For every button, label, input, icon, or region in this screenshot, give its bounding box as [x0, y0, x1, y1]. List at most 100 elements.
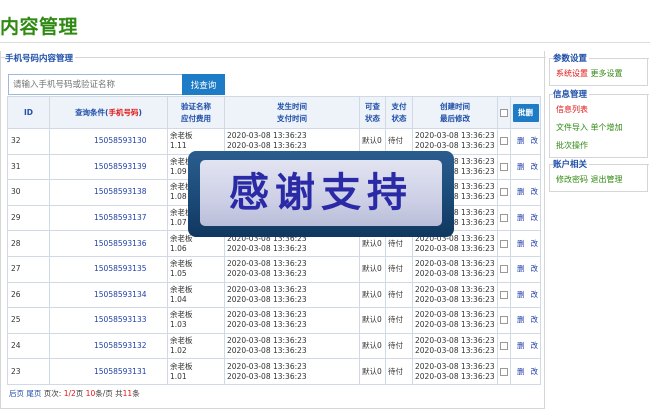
table-row: 25 15058593133 余老板 1.03 2020-03-08 13:36:23 2… — [7, 307, 541, 334]
sidebar-info-section: 信息管理 信息列表 文件导入 单个增加 批次操作 — [549, 88, 649, 158]
sidebar-account-section: 账户相关 修改密码 退出管理 — [549, 158, 649, 192]
edit-link[interactable]: 改 — [531, 162, 539, 171]
edit-link[interactable]: 改 — [531, 213, 539, 222]
cell-verify: 余老板 1.02 — [167, 332, 225, 360]
sidebar-item-single-add[interactable]: 单个增加 — [591, 123, 623, 132]
cell-created: 2020-03-08 13:36:23 2020-03-08 13:36:23 — [412, 307, 498, 334]
col-pay-status: 支付 状态 — [385, 96, 413, 129]
main-panel-title: 手机号码内容管理 — [5, 52, 76, 64]
cell-check-status: 默认0 — [359, 255, 386, 283]
sidebar-item-more-settings[interactable]: 更多设置 — [591, 69, 623, 78]
page-title: 内容管理 — [0, 16, 79, 38]
cell-check-status: 默认0 — [359, 332, 386, 360]
row-checkbox[interactable] — [500, 137, 508, 146]
cell-created: 2020-03-08 13:36:23 2020-03-08 13:36:23 — [412, 281, 498, 309]
edit-link[interactable]: 改 — [531, 290, 539, 299]
edit-link[interactable]: 改 — [531, 341, 539, 350]
total-count: 11 — [122, 389, 133, 398]
sidebar-item-info-list[interactable]: 信息列表 — [556, 105, 588, 114]
row-checkbox[interactable] — [500, 162, 508, 171]
delete-link[interactable]: 删 — [517, 341, 525, 350]
phone-link[interactable]: 15058593132 — [49, 332, 168, 360]
delete-link[interactable]: 删 — [517, 136, 525, 145]
sidebar-item-logout[interactable]: 退出管理 — [591, 175, 623, 184]
delete-link[interactable]: 删 — [517, 264, 525, 273]
cell-actions: 删改 — [510, 204, 541, 232]
search-input[interactable] — [8, 74, 182, 95]
delete-link[interactable]: 删 — [517, 239, 525, 248]
cell-select — [497, 281, 511, 309]
cell-actions: 删改 — [510, 281, 541, 309]
edit-link[interactable]: 改 — [531, 367, 539, 376]
cell-select — [497, 128, 511, 155]
table-row: 26 15058593134 余老板 1.04 2020-03-08 13:36:23 2… — [7, 281, 541, 309]
cell-select — [497, 358, 511, 385]
edit-link[interactable]: 改 — [531, 136, 539, 145]
sidebar-account-title: 账户相关 — [553, 158, 590, 170]
sidebar-params-title: 参数设置 — [553, 52, 590, 64]
cell-pay-status: 待付 — [385, 358, 413, 385]
row-checkbox[interactable] — [500, 265, 508, 274]
batch-delete-button[interactable]: 批删 — [512, 103, 539, 122]
cell-pay-status: 待付 — [385, 307, 413, 334]
cell-select — [497, 179, 511, 206]
col-select-all — [497, 96, 511, 129]
phone-link[interactable]: 15058593135 — [49, 255, 168, 283]
delete-link[interactable]: 删 — [517, 367, 525, 376]
per-page: 10 — [85, 389, 96, 398]
phone-link[interactable]: 15058593139 — [49, 153, 168, 181]
col-query: 查询条件(手机号码) — [49, 96, 168, 129]
last-page-link[interactable]: 尾页 — [26, 389, 41, 398]
cell-id: 28 — [7, 230, 50, 257]
row-checkbox[interactable] — [500, 188, 508, 197]
sidebar-item-system-settings[interactable]: 系统设置 — [556, 69, 588, 78]
next-page-link[interactable]: 后页 — [9, 389, 24, 398]
table-header-row: ID 查询条件(手机号码) 验证名称 应付费用 发生时间 支付时间 可查 状态 支付状… — [7, 96, 541, 129]
cell-id: 25 — [7, 307, 50, 334]
phone-link[interactable]: 15058593136 — [49, 230, 168, 257]
cell-actions: 删改 — [510, 128, 541, 155]
delete-link[interactable]: 删 — [517, 290, 525, 299]
row-checkbox[interactable] — [500, 290, 508, 299]
phone-link[interactable]: 15058593133 — [49, 307, 168, 334]
row-checkbox[interactable] — [500, 214, 508, 223]
edit-link[interactable]: 改 — [531, 239, 539, 248]
delete-link[interactable]: 删 — [517, 213, 525, 222]
cell-id: 24 — [7, 332, 50, 360]
edit-link[interactable]: 改 — [531, 315, 539, 324]
phone-link[interactable]: 15058593134 — [49, 281, 168, 309]
cell-id: 27 — [7, 255, 50, 283]
phone-link[interactable]: 15058593130 — [49, 128, 168, 155]
cell-check-status: 默认0 — [359, 281, 386, 309]
cell-actions: 删改 — [510, 307, 541, 334]
cell-select — [497, 153, 511, 181]
row-checkbox[interactable] — [500, 316, 508, 325]
edit-link[interactable]: 改 — [531, 264, 539, 273]
phone-link[interactable]: 15058593138 — [49, 179, 168, 206]
phone-table: ID 查询条件(手机号码) 验证名称 应付费用 发生时间 支付时间 可查 状态 支付状… — [7, 96, 541, 385]
sidebar-params-section: 参数设置 系统设置 更多设置 — [549, 52, 649, 86]
sidebar-item-change-password[interactable]: 修改密码 — [556, 175, 588, 184]
table-row: 27 15058593135 余老板 1.05 2020-03-08 13:36:23 2… — [7, 255, 541, 283]
delete-link[interactable]: 删 — [517, 187, 525, 196]
cell-time: 2020-03-08 13:36:232020-03-08 13:36:23 — [224, 358, 360, 385]
sidebar-item-batch-ops[interactable]: 批次操作 — [556, 141, 588, 150]
row-checkbox[interactable] — [500, 342, 508, 351]
table-row: 24 15058593132 余老板 1.02 2020-03-08 13:36:23 2… — [7, 332, 541, 360]
select-all-checkbox[interactable] — [500, 108, 508, 117]
cell-id: 26 — [7, 281, 50, 309]
row-checkbox[interactable] — [500, 367, 508, 376]
phone-link[interactable]: 15058593137 — [49, 204, 168, 232]
col-created: 创建时间 最后修改 — [412, 96, 498, 129]
cell-created: 2020-03-08 13:36:23 2020-03-08 13:36:23 — [412, 358, 498, 385]
delete-link[interactable]: 删 — [517, 162, 525, 171]
cell-time: 2020-03-08 13:36:232020-03-08 13:36:23 — [224, 332, 360, 360]
edit-link[interactable]: 改 — [531, 187, 539, 196]
main-panel-border — [1, 57, 546, 58]
sidebar-item-file-import[interactable]: 文件导入 — [556, 123, 588, 132]
phone-link[interactable]: 15058593131 — [49, 358, 168, 385]
col-check-status: 可查 状态 — [359, 96, 386, 129]
row-checkbox[interactable] — [500, 239, 508, 248]
search-button[interactable]: 找查询 — [182, 74, 225, 95]
delete-link[interactable]: 删 — [517, 315, 525, 324]
